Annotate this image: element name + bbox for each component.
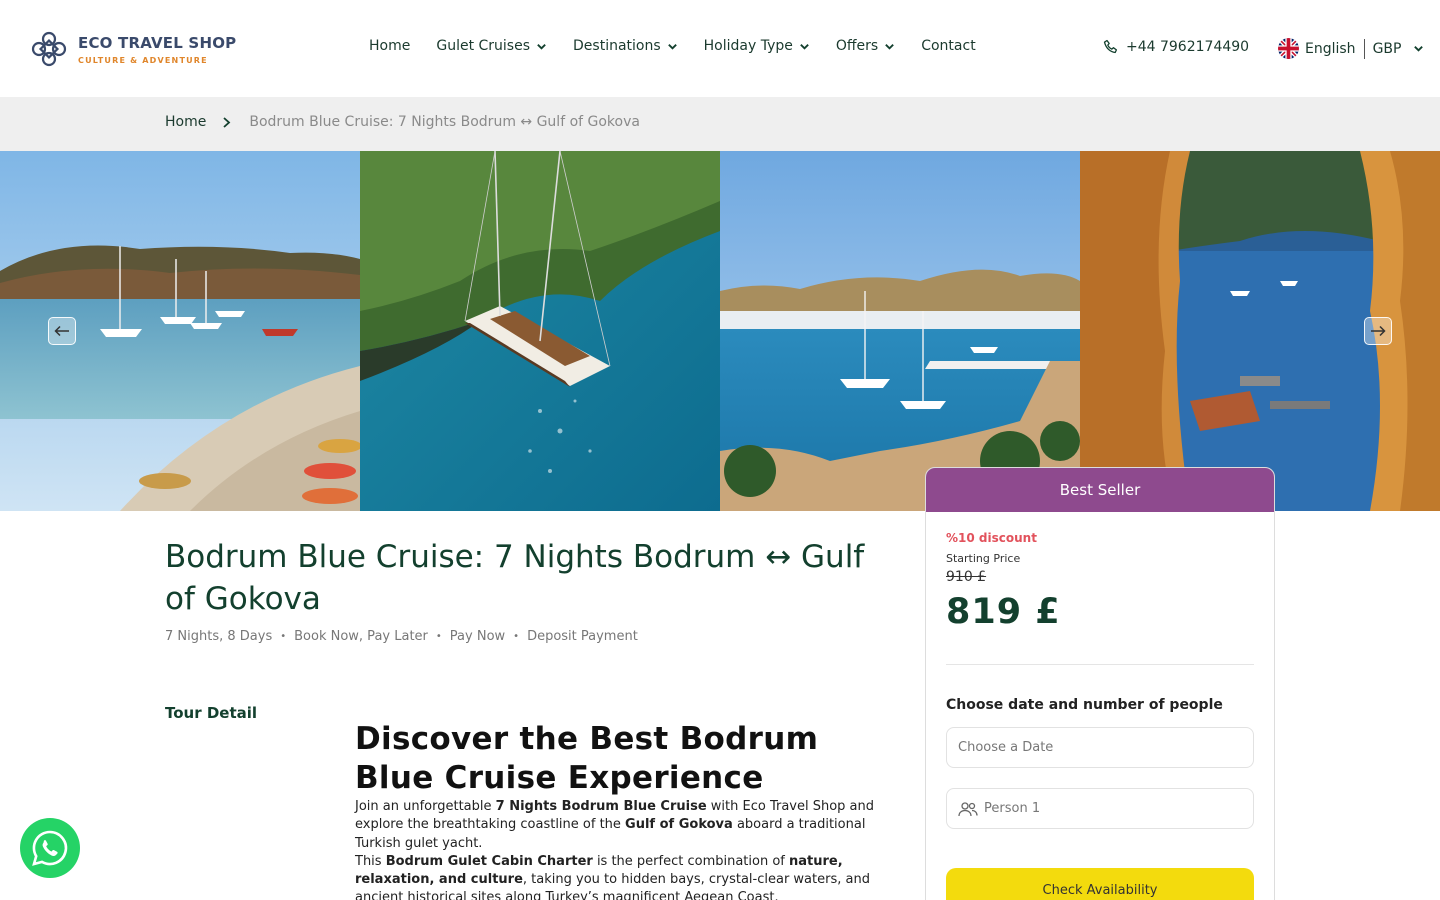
phone-number: +44 7962174490	[1126, 39, 1250, 55]
meta-separator: •	[435, 631, 442, 642]
whatsapp-icon	[32, 830, 68, 866]
people-icon	[958, 801, 978, 816]
phone-icon	[1103, 39, 1118, 54]
description-paragraph-2: This Bodrum Gulet Cabin Charter is the p…	[355, 853, 870, 900]
gallery-photo-harbor[interactable]	[720, 151, 1080, 511]
nav-holiday-type-label: Holiday Type	[703, 38, 793, 54]
chevron-down-icon	[1414, 46, 1424, 52]
date-picker-field[interactable]: Choose a Date	[946, 727, 1254, 768]
meta-separator: •	[280, 631, 287, 642]
nav-gulet-cruises-label: Gulet Cruises	[436, 38, 531, 54]
booking-card: Best Seller %10 discount Starting Price …	[925, 467, 1275, 900]
nav-contact-label: Contact	[921, 38, 976, 54]
chevron-down-icon	[885, 43, 895, 50]
divider	[1363, 38, 1365, 59]
photo-gallery	[0, 151, 1440, 511]
check-availability-button[interactable]: Check Availability	[946, 868, 1254, 900]
meta-deposit: Deposit Payment	[527, 629, 638, 644]
starting-price-label: Starting Price	[946, 552, 1021, 565]
language-currency-selector[interactable]: English GBP	[1278, 38, 1424, 59]
nav-destinations-label: Destinations	[573, 38, 661, 54]
gallery-next-button[interactable]	[1364, 317, 1392, 345]
old-price: 910 £	[946, 569, 987, 585]
chevron-down-icon	[667, 43, 677, 50]
breadcrumb-bar: Home Bodrum Blue Cruise: 7 Nights Bodrum…	[0, 97, 1440, 151]
gulet-yacht-photo	[360, 151, 720, 511]
gallery-prev-button[interactable]	[48, 317, 76, 345]
choose-date-people-label: Choose date and number of people	[946, 697, 1223, 713]
nav-destinations[interactable]: Destinations	[573, 38, 678, 54]
description-paragraph-1: Join an unforgettable 7 Nights Bodrum Bl…	[355, 799, 875, 851]
nav-gulet-cruises[interactable]: Gulet Cruises	[436, 38, 547, 54]
logo-knot-icon	[31, 31, 67, 67]
description-heading: Discover the Best Bodrum Blue Cruise Exp…	[355, 721, 819, 796]
nav-contact[interactable]: Contact	[921, 38, 975, 54]
nav-offers[interactable]: Offers	[836, 38, 895, 54]
meta-duration: 7 Nights, 8 Days	[165, 629, 273, 644]
best-seller-badge: Best Seller	[926, 468, 1274, 512]
person-value: Person 1	[984, 801, 1041, 816]
meta-pay-now: Pay Now	[449, 629, 506, 644]
meta-book-now: Book Now, Pay Later	[294, 629, 428, 644]
chevron-down-icon	[537, 43, 546, 50]
discount-label: %10 discount	[946, 531, 1037, 545]
current-price: 819 £	[946, 592, 1061, 632]
currency-label: GBP	[1372, 40, 1402, 57]
person-count-field[interactable]: Person 1	[946, 788, 1254, 829]
harbor-castle-photo	[720, 151, 1080, 511]
tour-description: Discover the Best Bodrum Blue Cruise Exp…	[355, 720, 885, 900]
nav-home-label: Home	[369, 38, 411, 54]
chevron-right-icon	[223, 116, 231, 128]
tour-detail-label[interactable]: Tour Detail	[165, 704, 257, 722]
breadcrumb-current: Bodrum Blue Cruise: 7 Nights Bodrum ↔ Gu…	[249, 114, 640, 130]
whatsapp-chat-button[interactable]	[20, 818, 80, 878]
meta-separator: •	[513, 631, 520, 642]
tour-title: Bodrum Blue Cruise: 7 Nights Bodrum ↔ Gu…	[165, 539, 865, 617]
nav-offers-label: Offers	[835, 38, 879, 54]
brand-tagline: CULTURE & ADVENTURE	[78, 55, 208, 65]
language-label: English	[1305, 40, 1356, 57]
card-divider	[946, 664, 1254, 665]
arrow-left-icon	[54, 325, 69, 337]
site-header: ECO TRAVEL SHOP CULTURE & ADVENTURE Home…	[0, 0, 1440, 97]
arrow-right-icon	[1371, 325, 1386, 337]
nav-home[interactable]: Home	[369, 38, 410, 54]
main-nav: Home Gulet Cruises Destinations Holiday …	[369, 38, 1002, 54]
phone-link[interactable]: +44 7962174490	[1103, 39, 1249, 55]
uk-flag-icon	[1278, 38, 1299, 59]
breadcrumb: Home Bodrum Blue Cruise: 7 Nights Bodrum…	[165, 114, 640, 130]
brand-name: ECO TRAVEL SHOP	[78, 33, 237, 52]
date-placeholder: Choose a Date	[958, 740, 1054, 755]
gallery-photo-gulet[interactable]	[360, 151, 720, 511]
chevron-down-icon	[800, 43, 809, 50]
nav-holiday-type[interactable]: Holiday Type	[704, 38, 810, 54]
breadcrumb-home[interactable]: Home	[165, 114, 206, 130]
tour-meta: 7 Nights, 8 Days • Book Now, Pay Later •…	[165, 629, 638, 644]
brand-logo[interactable]: ECO TRAVEL SHOP CULTURE & ADVENTURE	[28, 28, 236, 70]
